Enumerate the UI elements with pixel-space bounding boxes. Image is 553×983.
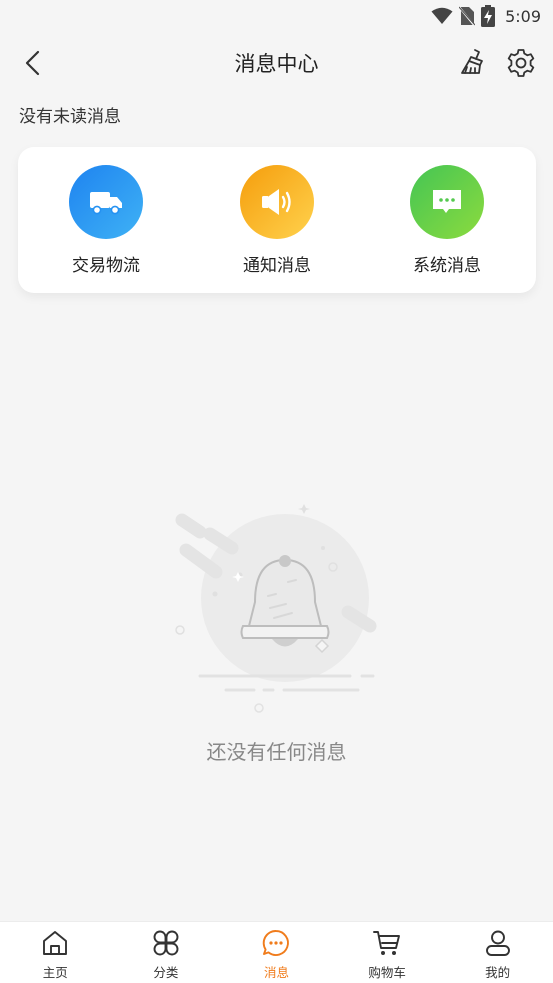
status-time: 5:09 <box>505 6 541 26</box>
tab-label: 购物车 <box>368 965 406 980</box>
tab-profile[interactable]: 我的 <box>442 922 553 983</box>
battery-charging-icon <box>481 5 496 27</box>
category-icon-circle <box>240 165 314 239</box>
tab-label: 分类 <box>153 965 179 980</box>
bell-empty-illustration <box>175 504 377 713</box>
user-icon <box>485 930 510 956</box>
truck-icon <box>90 192 122 215</box>
category-label: 通知消息 <box>243 256 311 276</box>
category-icon <box>153 930 179 956</box>
header-bar: 消息中心 <box>0 32 553 94</box>
wifi-icon <box>431 7 453 24</box>
home-icon <box>43 931 68 955</box>
broom-icon[interactable] <box>458 47 488 77</box>
tab-cart[interactable]: 购物车 <box>332 922 443 983</box>
unread-status-text: 没有未读消息 <box>19 107 121 127</box>
tab-category[interactable]: 分类 <box>111 922 222 983</box>
page-title: 消息中心 <box>234 52 319 76</box>
category-icon-circle <box>410 165 484 239</box>
bottom-tab-bar: 主页 分类 消息 购物车 我的 <box>0 921 553 983</box>
tab-label: 消息 <box>263 965 289 980</box>
category-notification[interactable]: 通知消息 <box>217 165 337 277</box>
category-label: 交易物流 <box>72 256 140 276</box>
category-label: 系统消息 <box>413 256 481 276</box>
empty-state-text: 还没有任何消息 <box>206 740 347 764</box>
category-trade-logistics[interactable]: 交易物流 <box>46 165 166 277</box>
speaker-icon <box>262 189 291 215</box>
tab-label: 主页 <box>42 965 68 980</box>
message-icon <box>263 930 290 956</box>
tab-label: 我的 <box>485 965 511 980</box>
tab-messages[interactable]: 消息 <box>221 922 332 983</box>
tab-home[interactable]: 主页 <box>0 922 111 983</box>
cart-icon <box>373 931 401 955</box>
chat-bubble-icon <box>433 190 461 213</box>
category-system[interactable]: 系统消息 <box>387 165 507 277</box>
category-icon-circle <box>69 165 143 239</box>
message-category-card: 交易物流 通知消息 系统消息 <box>18 147 536 293</box>
gear-icon[interactable] <box>505 47 537 79</box>
status-bar: 5:09 <box>0 0 553 32</box>
no-sim-icon <box>459 6 476 26</box>
chevron-left-icon[interactable] <box>18 48 48 78</box>
